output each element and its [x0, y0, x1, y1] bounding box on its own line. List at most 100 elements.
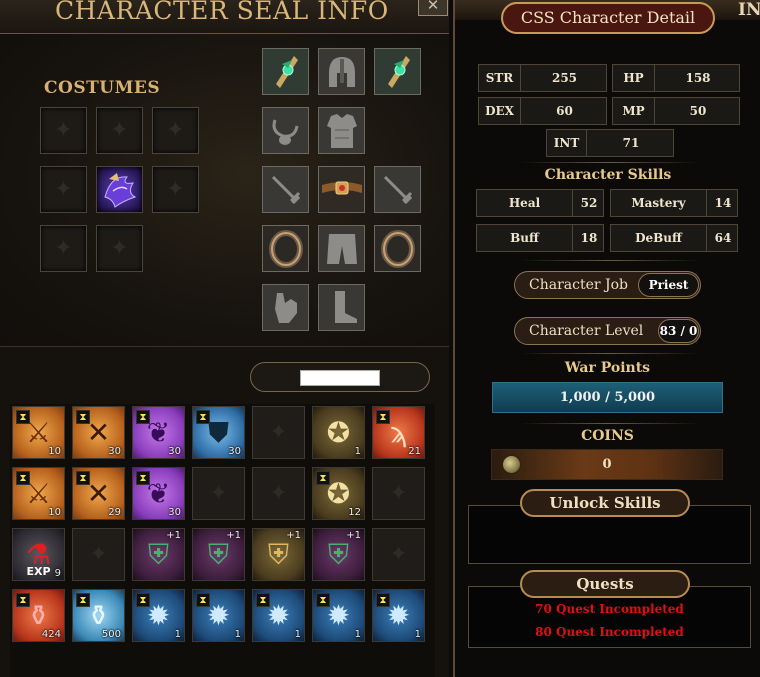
inventory-slot[interactable]: ⚔ ⧗ 10	[12, 406, 65, 459]
job-label: Character Job	[529, 277, 629, 293]
stat-value: 71	[622, 136, 640, 150]
enhance-level: +1	[166, 530, 181, 541]
inventory-slot[interactable]: ✹ ⧗ 1	[372, 589, 425, 642]
belt-icon	[321, 181, 362, 194]
inventory-name-field[interactable]	[300, 370, 380, 386]
inventory-slot[interactable]: ✪ ⧗ 12	[312, 467, 365, 520]
equip-slot-ring-right[interactable]	[374, 225, 421, 272]
costume-slot[interactable]: ✦	[96, 225, 143, 272]
equip-slot-weapon-right[interactable]	[374, 166, 421, 213]
hourglass-icon: ⧗	[376, 410, 390, 424]
ring-icon	[380, 229, 415, 268]
equip-slot-necklace[interactable]	[262, 107, 309, 154]
item-count: 1	[354, 446, 361, 457]
equip-slot-boots[interactable]	[318, 284, 365, 331]
panel-title: CHARACTER SEAL INFO	[55, 0, 389, 25]
costume-slot[interactable]: ✦	[152, 166, 199, 213]
empty-slot-icon: ✦	[389, 542, 408, 567]
costume-slot[interactable]: ✦	[152, 107, 199, 154]
item-count: 30	[168, 446, 181, 457]
empty-slot-icon: ✦	[269, 481, 288, 506]
enhance-level: +1	[346, 530, 361, 541]
costume-slot-equipped[interactable]	[96, 166, 143, 213]
ring-icon	[268, 229, 303, 268]
item-count: 500	[101, 629, 121, 640]
glove-icon	[274, 292, 297, 323]
inventory-slot-empty[interactable]: ✦	[372, 528, 425, 581]
inventory-slot[interactable]: ⛨ +1	[312, 528, 365, 581]
stat-label: DEX	[479, 98, 521, 124]
war-points-title: War Points	[564, 360, 651, 376]
skill-label: Buff	[477, 225, 573, 251]
stat-int: INT 71	[546, 129, 674, 157]
inventory-slot[interactable]: ✹ ⧗ 1	[192, 589, 245, 642]
empty-slot-icon: ✦	[54, 118, 73, 143]
costume-slot[interactable]: ✦	[40, 225, 87, 272]
inventory-slot[interactable]: ✹ ⧗ 1	[132, 589, 185, 642]
item-count: 30	[168, 507, 181, 518]
empty-slot-icon: ✦	[389, 481, 408, 506]
inventory-slot[interactable]: ⚱ ⧗ 424	[12, 589, 65, 642]
inventory-slot[interactable]: ⛨ +1	[132, 528, 185, 581]
quests-button[interactable]: Quests	[520, 570, 690, 598]
skill-value: 64	[714, 231, 732, 245]
inventory-slot-empty[interactable]: ✦	[252, 406, 305, 459]
stat-mp: MP 50	[612, 97, 740, 125]
inventory-slot[interactable]: ✕ ⧗ 30	[72, 406, 125, 459]
item-count: 1	[294, 629, 301, 640]
equip-slot-belt[interactable]	[318, 166, 365, 213]
level-label: Character Level	[529, 323, 644, 339]
inventory-slot-empty[interactable]: ✦	[192, 467, 245, 520]
equip-slot-earring-left[interactable]	[262, 48, 309, 95]
inventory-slot-empty[interactable]: ✦	[372, 467, 425, 520]
inventory-slot[interactable]: ⛨ +1	[252, 528, 305, 581]
skill-buff: Buff 18	[476, 224, 604, 252]
inventory-slot-empty[interactable]: ✦	[72, 528, 125, 581]
skill-value: 14	[714, 196, 732, 210]
equip-slot-weapon-left[interactable]	[262, 166, 309, 213]
equip-slot-helmet[interactable]	[318, 48, 365, 95]
sword-icon	[383, 175, 412, 204]
divider	[520, 260, 700, 261]
costume-slot[interactable]: ✦	[40, 166, 87, 213]
costume-slot[interactable]: ✦	[40, 107, 87, 154]
inventory-slot[interactable]: ✪ 1	[312, 406, 365, 459]
inventory-slot[interactable]: ⚱ ⧗ 500	[72, 589, 125, 642]
inventory-slot[interactable]: ❦ ⧗ 30	[132, 406, 185, 459]
hourglass-icon: ⧗	[196, 593, 210, 607]
stat-label: STR	[479, 65, 521, 91]
inventory-slot[interactable]: ✹ ⧗ 1	[312, 589, 365, 642]
ear-gem-icon	[275, 55, 298, 88]
unlock-skills-button[interactable]: Unlock Skills	[520, 489, 690, 517]
divider	[520, 162, 700, 163]
item-count: 10	[48, 446, 61, 457]
hourglass-icon: ⧗	[16, 410, 30, 424]
divider	[520, 353, 700, 354]
inventory-slot[interactable]: ❦ ⧗ 30	[132, 467, 185, 520]
equip-slot-armor[interactable]	[318, 107, 365, 154]
inventory-slot[interactable]: ⚔ ⧗ 10	[12, 467, 65, 520]
empty-slot-icon: ✦	[110, 236, 129, 261]
inventory-slot[interactable]: ϡ ⧗ 21	[372, 406, 425, 459]
inventory-slot[interactable]: ⛊ ⧗ 30	[192, 406, 245, 459]
equip-slot-gloves[interactable]	[262, 284, 309, 331]
costume-slot[interactable]: ✦	[96, 107, 143, 154]
coin-icon	[502, 455, 521, 474]
inventory-slot[interactable]: ⛨ +1	[192, 528, 245, 581]
equip-slot-ring-left[interactable]	[262, 225, 309, 272]
hourglass-icon: ⧗	[136, 410, 150, 424]
stat-label: HP	[613, 65, 655, 91]
coins-bar: 0	[491, 449, 723, 480]
skill-heal: Heal 52	[476, 189, 604, 217]
equip-slot-earring-right[interactable]	[374, 48, 421, 95]
hourglass-icon: ⧗	[316, 471, 330, 485]
stat-str: STR 255	[478, 64, 607, 92]
empty-slot-icon: ✦	[269, 420, 288, 445]
inventory-slot[interactable]: ✕ ⧗ 29	[72, 467, 125, 520]
inventory-slot[interactable]: ✹ ⧗ 1	[252, 589, 305, 642]
inventory-slot[interactable]: ⚗ EXP 9	[12, 528, 65, 581]
close-button[interactable]: ✕	[418, 0, 448, 16]
item-count: 424	[41, 629, 61, 640]
equip-slot-pants[interactable]	[318, 225, 365, 272]
inventory-slot-empty[interactable]: ✦	[252, 467, 305, 520]
